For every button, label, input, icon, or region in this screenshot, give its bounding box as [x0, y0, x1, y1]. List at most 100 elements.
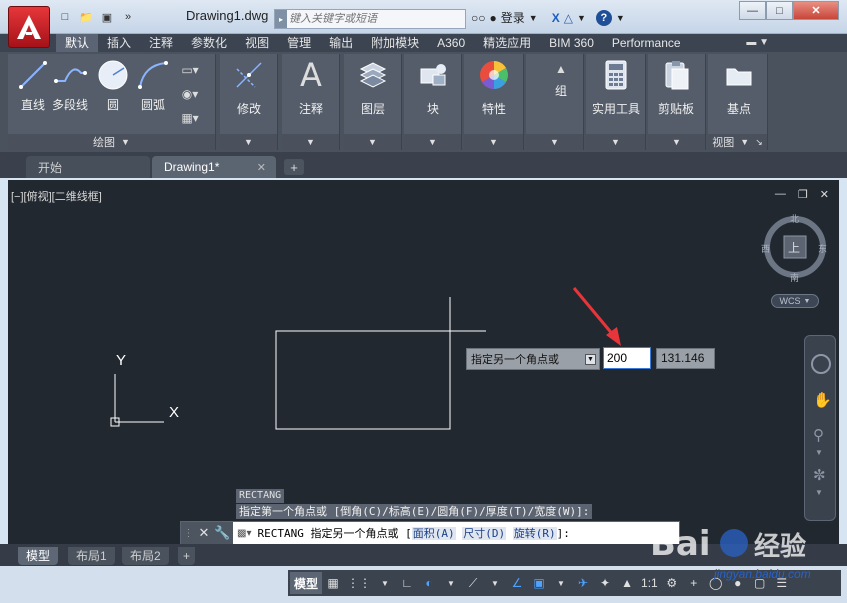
compass-east[interactable]: 东: [818, 242, 827, 255]
steering-wheel-icon[interactable]: [811, 354, 831, 374]
utilities-tool[interactable]: 实用工具: [592, 58, 640, 117]
snap-icon[interactable]: ⋮⋮: [344, 572, 374, 594]
save-icon[interactable]: ▣: [98, 9, 116, 25]
tab-output[interactable]: 输出: [320, 34, 362, 52]
zoom-extents-icon[interactable]: ⚲: [813, 426, 824, 444]
maximize-icon[interactable]: □: [766, 1, 793, 20]
viewport-restore-icon[interactable]: ❐: [798, 188, 808, 201]
exchange-x-icon[interactable]: X: [552, 11, 560, 25]
auto-scale-icon[interactable]: ✦: [594, 572, 616, 594]
dynamic-input-length-field[interactable]: [603, 347, 651, 369]
new-tab-button[interactable]: +: [284, 159, 304, 175]
search-input[interactable]: [289, 11, 464, 27]
tab-insert[interactable]: 插入: [98, 34, 140, 52]
modify-tool[interactable]: 修改: [232, 58, 266, 117]
pan-hand-icon[interactable]: ✋: [813, 391, 832, 409]
close-command-line-icon[interactable]: ✕: [198, 525, 209, 541]
clipboard-panel-footer[interactable]: ▼: [648, 134, 705, 150]
new-file-icon[interactable]: □: [56, 9, 74, 25]
isodraft-icon[interactable]: ⟋: [462, 572, 484, 594]
clipboard-tool[interactable]: 剪贴板: [658, 58, 694, 117]
search-box[interactable]: ▸: [274, 9, 466, 29]
properties-tool[interactable]: 特性: [477, 58, 511, 117]
recent-commands-icon[interactable]: ▩▾: [237, 528, 251, 539]
object-snap-tracking-icon[interactable]: ∠: [506, 572, 528, 594]
compass-west[interactable]: 西: [761, 242, 770, 255]
tab-addins[interactable]: 附加模块: [362, 34, 428, 52]
block-panel-footer[interactable]: ▼: [404, 134, 461, 150]
annotation-scale-icon[interactable]: ▲: [616, 572, 638, 594]
viewport-close-icon[interactable]: ✕: [820, 188, 829, 201]
layers-tool[interactable]: 图层: [356, 58, 390, 117]
group-tool[interactable]: ▲ 组: [544, 58, 578, 99]
groups-panel-footer[interactable]: ▼: [526, 134, 583, 150]
tab-view[interactable]: 视图: [236, 34, 278, 52]
add-layout-button[interactable]: +: [178, 547, 196, 565]
tab-model[interactable]: 模型: [18, 547, 59, 565]
basepoint-tool[interactable]: 基点: [722, 58, 756, 117]
layers-panel-footer[interactable]: ▼: [344, 134, 401, 150]
object-snap-icon[interactable]: ▣: [528, 572, 550, 594]
option-dimensions[interactable]: 尺寸(D): [462, 527, 507, 540]
tab-a360[interactable]: A360: [428, 34, 474, 52]
viewport-minimize-icon[interactable]: —: [775, 188, 786, 201]
a360-icon[interactable]: △: [564, 11, 573, 25]
tab-featured-apps[interactable]: 精选应用: [474, 34, 540, 52]
option-rotation[interactable]: 旋转(R): [512, 527, 557, 540]
rectangle-icon[interactable]: ▭▾: [180, 62, 200, 78]
tab-layout1[interactable]: 布局1: [68, 547, 115, 565]
viewcube-top-label[interactable]: 上: [788, 239, 800, 256]
compass-north[interactable]: 北: [790, 212, 799, 225]
boundary-icon[interactable]: ▦▾: [180, 110, 200, 126]
orbit-icon[interactable]: ✼: [813, 466, 826, 484]
tab-drawing1[interactable]: Drawing1* ✕: [152, 156, 276, 178]
circle-tool[interactable]: 圆: [96, 58, 130, 113]
close-window-icon[interactable]: ✕: [793, 1, 839, 20]
orbit-dropdown-icon[interactable]: ▼: [815, 488, 823, 497]
polar-tracking-icon[interactable]: ◐: [418, 572, 440, 594]
properties-panel-footer[interactable]: ▼: [464, 134, 523, 150]
wcs-menu-button[interactable]: WCS ▼: [771, 294, 819, 308]
a360-dropdown-icon[interactable]: ▼: [577, 13, 586, 23]
tab-bim360[interactable]: BIM 360: [540, 34, 603, 52]
line-tool[interactable]: 直线: [16, 58, 50, 113]
binoculars-icon[interactable]: ○○: [471, 11, 486, 25]
open-folder-icon[interactable]: 📁: [77, 9, 95, 25]
tab-annotate[interactable]: 注释: [140, 34, 182, 52]
command-line[interactable]: ⋮ ✕ 🔧 ▩▾ RECTANG 指定另一个角点或 [面积(A) 尺寸(D) 旋…: [180, 521, 680, 545]
minimize-icon[interactable]: —: [739, 1, 766, 20]
help-dropdown-icon[interactable]: ▼: [616, 13, 625, 23]
options-down-arrow-icon[interactable]: ▼: [585, 354, 596, 365]
option-area[interactable]: 面积(A): [411, 527, 456, 540]
tab-start[interactable]: 开始: [26, 156, 150, 178]
dynamic-input-width-field[interactable]: 131.146: [656, 348, 715, 369]
ortho-icon[interactable]: ∟: [396, 572, 418, 594]
osnap-dropdown-icon[interactable]: ▼: [550, 572, 572, 594]
tab-parametric[interactable]: 参数化: [182, 34, 236, 52]
viewport-controls-label[interactable]: [−][俯视][二维线框]: [11, 188, 102, 204]
more-tools-icon[interactable]: »: [119, 9, 137, 25]
snap-dropdown-icon[interactable]: ▼: [374, 572, 396, 594]
user-icon[interactable]: ●: [490, 11, 497, 25]
search-expand-icon[interactable]: ▸: [275, 10, 287, 28]
utilities-panel-footer[interactable]: ▼: [586, 134, 645, 150]
application-menu-button[interactable]: [8, 6, 50, 48]
arc-tool[interactable]: 圆弧: [136, 58, 170, 113]
drawing-canvas[interactable]: Y X [−][俯视][二维线框] — ❐ ✕ 上 北 南 东 西 WCS ▼ ✋…: [8, 180, 839, 545]
close-tab-icon[interactable]: ✕: [257, 161, 266, 174]
login-dropdown-icon[interactable]: ▼: [529, 13, 538, 23]
tab-default[interactable]: 默认: [56, 34, 99, 52]
hatch-icon[interactable]: ◉▾: [180, 86, 200, 102]
polar-dropdown-icon[interactable]: ▼: [440, 572, 462, 594]
customize-wrench-icon[interactable]: 🔧: [214, 525, 230, 541]
grip-handle-icon[interactable]: ⋮: [183, 528, 193, 539]
ribbon-minimize-icon[interactable]: ▬ ▼: [746, 37, 769, 48]
isodraft-dropdown-icon[interactable]: ▼: [484, 572, 506, 594]
tab-layout2[interactable]: 布局2: [122, 547, 169, 565]
zoom-dropdown-icon[interactable]: ▼: [815, 448, 823, 457]
block-tool[interactable]: 块: [416, 58, 450, 117]
annotation-panel-footer[interactable]: ▼: [282, 134, 339, 150]
view-panel-footer[interactable]: 视图 ▼ ↘: [708, 134, 767, 150]
annotation-tool[interactable]: A 注释: [294, 56, 328, 117]
tab-manage[interactable]: 管理: [278, 34, 320, 52]
